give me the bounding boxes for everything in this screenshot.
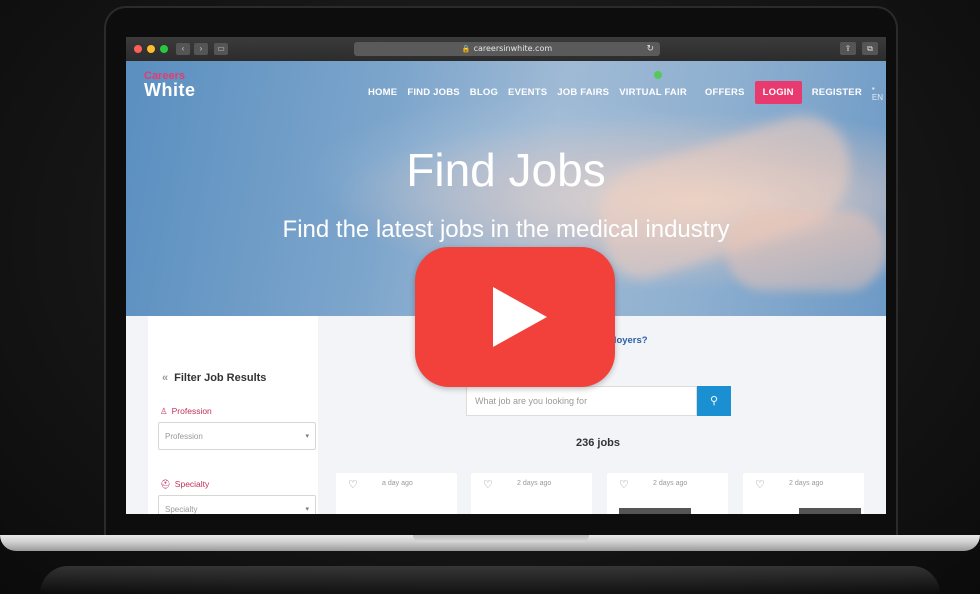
filter-title[interactable]: « Filter Job Results: [162, 372, 266, 384]
laptop-base: [0, 535, 980, 551]
laptop-notch: [413, 535, 589, 542]
nav-events[interactable]: EVENTS: [508, 87, 547, 98]
chevron-down-icon: ▾: [305, 433, 309, 440]
heart-icon[interactable]: ♡: [348, 478, 358, 491]
nav-job-fairs[interactable]: JOB FAIRS: [557, 87, 609, 98]
company-logo: [619, 508, 691, 514]
window-controls: [134, 45, 168, 53]
profession-label: ♙ Profession: [160, 406, 212, 417]
video-play-button[interactable]: [415, 247, 615, 387]
nav-find-jobs[interactable]: FIND JOBS: [407, 87, 459, 98]
heart-icon[interactable]: ♡: [619, 478, 629, 491]
browser-toolbar: ‹ › ▭ 🔒 careersinwhite.com ↻ ⇪ ⧉: [126, 37, 886, 61]
specialty-select-value: Specialty: [165, 505, 198, 514]
job-posted-time: 2 days ago: [517, 480, 552, 487]
job-card[interactable]: ♡ 2 days ago: [471, 473, 592, 514]
site-logo[interactable]: Careers White: [144, 69, 196, 100]
main-nav: HOME FIND JOBS BLOG EVENTS JOB FAIRS VIR…: [368, 81, 886, 104]
heart-icon[interactable]: ♡: [755, 478, 765, 491]
language-label: EN: [871, 92, 884, 102]
live-indicator-icon: [654, 71, 662, 79]
lock-icon: 🔒: [461, 45, 471, 53]
specialty-select[interactable]: Specialty ▾: [158, 495, 316, 514]
jobs-count: 236 jobs: [576, 437, 621, 449]
job-card[interactable]: ♡ a day ago: [336, 473, 457, 514]
back-button[interactable]: ‹: [176, 43, 190, 55]
nav-virtual-fair[interactable]: VIRTUAL FAIR: [619, 87, 687, 98]
search-icon: ⚲: [709, 395, 719, 407]
chevron-down-icon: ▾: [305, 506, 309, 513]
laptop-reflection: [40, 566, 940, 594]
job-posted-time: 2 days ago: [653, 480, 688, 487]
search-button[interactable]: ⚲: [697, 386, 731, 416]
flag-icon: ▪: [871, 83, 875, 93]
forward-button[interactable]: ›: [194, 43, 208, 55]
page-subtitle: Find the latest jobs in the medical indu…: [282, 216, 730, 243]
share-button[interactable]: ⇪: [840, 42, 856, 55]
minimize-window-button[interactable]: [147, 45, 155, 53]
person-icon: ♙: [160, 406, 168, 416]
job-card[interactable]: ♡ 2 days ago: [607, 473, 728, 514]
heart-icon[interactable]: ♡: [483, 478, 493, 491]
medical-bag-icon: ⛑: [160, 479, 171, 489]
job-search-input[interactable]: What job are you looking for: [466, 386, 697, 416]
maximize-window-button[interactable]: [160, 45, 168, 53]
job-posted-time: 2 days ago: [789, 480, 824, 487]
filter-sidebar: «Filter Job Results ♙ Profession Professi…: [148, 316, 318, 514]
url-text: careersinwhite.com: [473, 44, 553, 53]
page-title: Find Jobs: [406, 144, 606, 196]
filter-title-text: Filter Job Results: [174, 372, 267, 384]
specialty-label: ⛑ Specialty: [160, 479, 209, 490]
language-selector[interactable]: ▪ EN: [872, 84, 886, 102]
tabs-button[interactable]: ⧉: [862, 42, 878, 55]
profession-select[interactable]: Profession ▾: [158, 422, 316, 450]
job-posted-time: a day ago: [382, 480, 413, 487]
play-icon: [493, 287, 547, 347]
nav-home[interactable]: HOME: [368, 87, 397, 98]
specialty-label-text: Specialty: [174, 479, 210, 489]
sidebar-toggle-button[interactable]: ▭: [214, 43, 228, 55]
address-bar[interactable]: 🔒 careersinwhite.com ↻: [354, 42, 660, 56]
register-button[interactable]: REGISTER: [812, 87, 862, 98]
reload-icon[interactable]: ↻: [646, 42, 654, 56]
nav-offers[interactable]: OFFERS: [705, 87, 745, 98]
profession-select-value: Profession: [165, 432, 203, 441]
collapse-chevron-icon: «: [162, 372, 169, 384]
close-window-button[interactable]: [134, 45, 142, 53]
browser-actions: ⇪ ⧉: [840, 42, 878, 55]
nav-blog[interactable]: BLOG: [470, 87, 498, 98]
company-logo: [799, 508, 861, 514]
job-card[interactable]: ♡ 2 days ago: [743, 473, 864, 514]
login-button[interactable]: LOGIN: [754, 81, 802, 104]
logo-bottom-text: White: [144, 80, 196, 100]
profession-label-text: Profession: [171, 406, 212, 416]
